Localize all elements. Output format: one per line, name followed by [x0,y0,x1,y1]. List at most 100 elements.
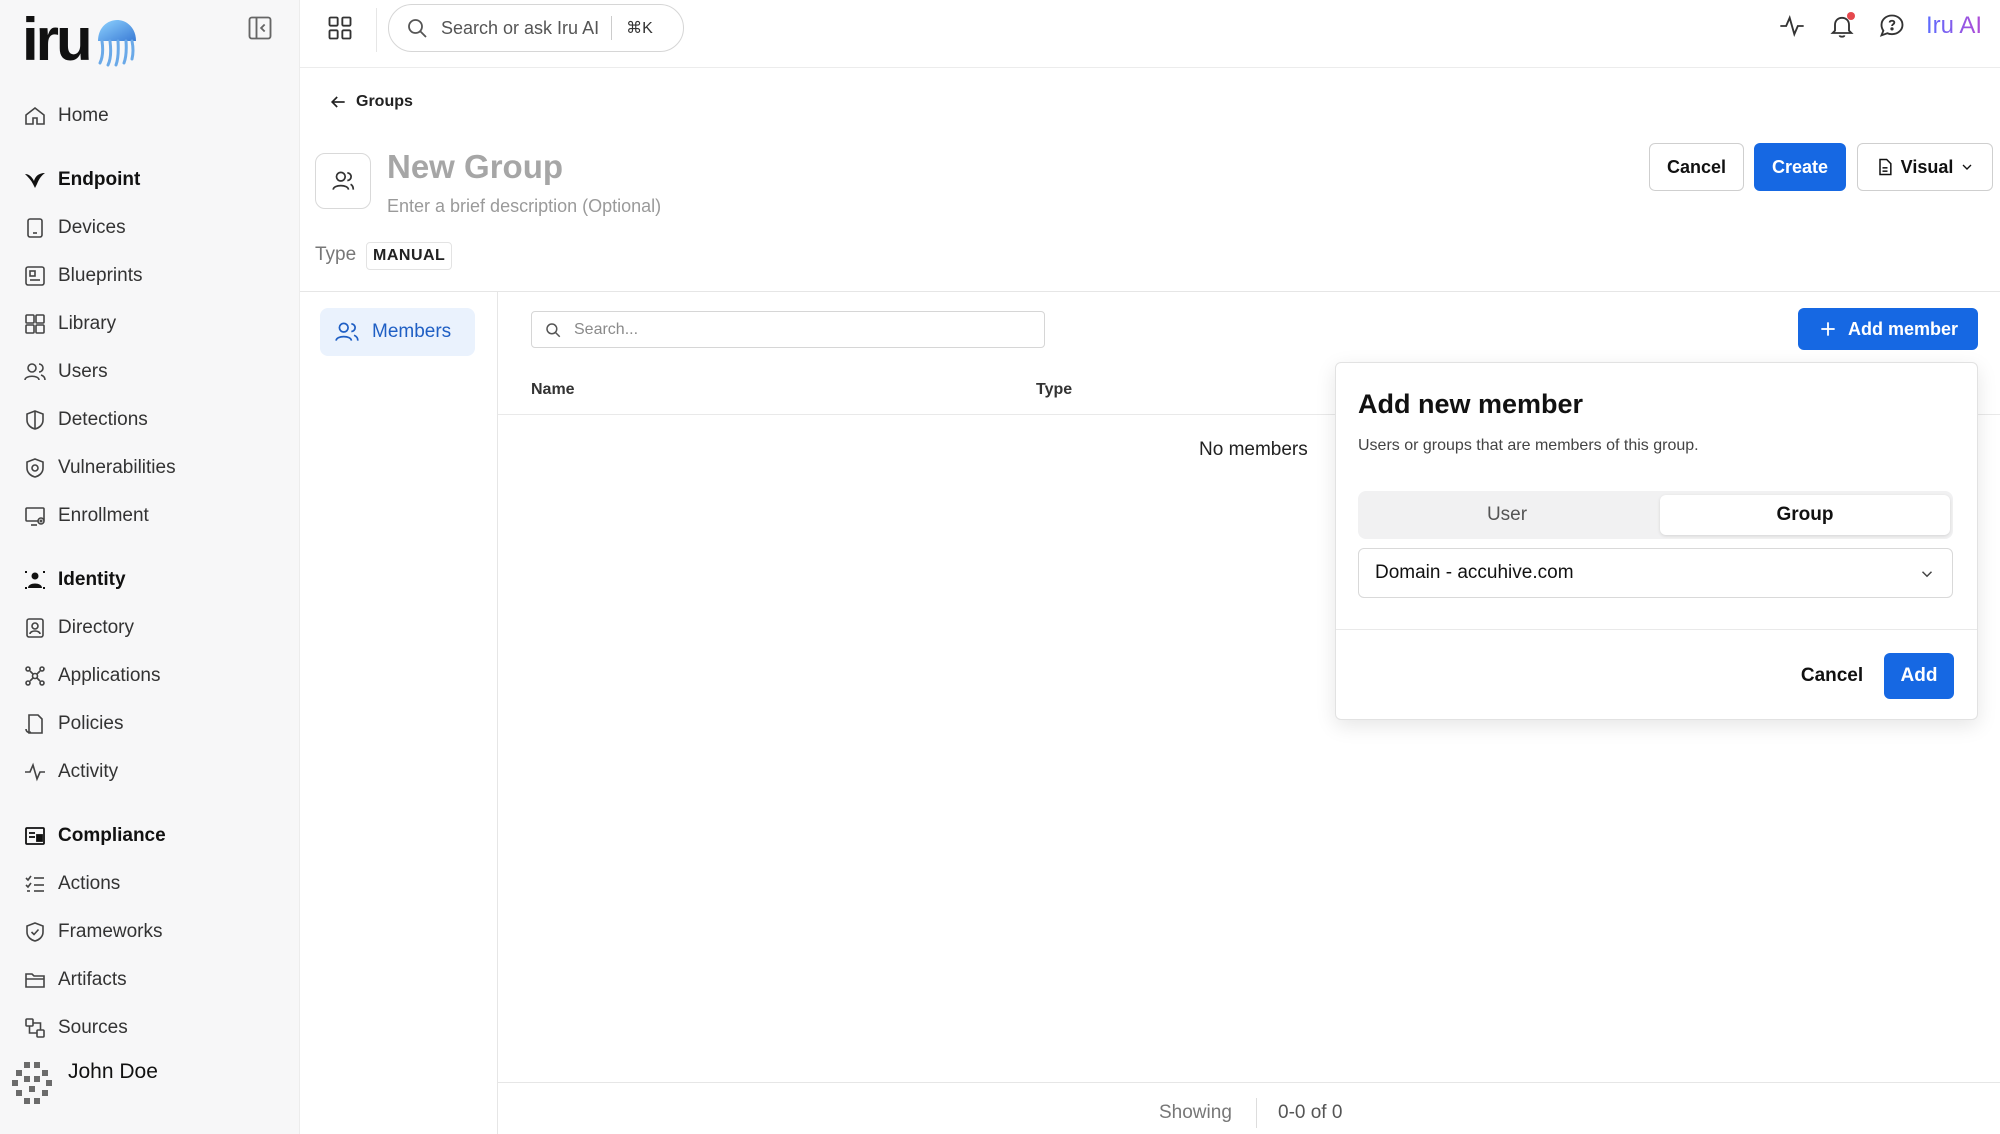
group-select-value: Domain - accuhive.com [1375,562,1574,583]
home-icon [22,103,48,129]
sidebar-item-directory[interactable]: Directory [0,604,300,652]
popover-add-button[interactable]: Add [1884,653,1954,699]
sidebar: iru Home Endpoint Devices Blueprints Lib… [0,0,300,1134]
tab-members[interactable]: Members [320,308,475,356]
sidebar-section-label: Compliance [58,825,166,846]
pagination-label: Showing [1159,1102,1232,1123]
popover-cancel-button[interactable]: Cancel [1792,653,1872,699]
members-search-input[interactable] [574,320,1014,339]
sources-icon [22,1015,48,1041]
sidebar-item-home[interactable]: Home [0,92,300,140]
sidebar-item-library[interactable]: Library [0,300,300,348]
group-select[interactable]: Domain - accuhive.com [1358,548,1953,598]
endpoint-bird-icon [22,167,48,193]
plus-icon [1818,319,1838,339]
tab-members-label: Members [372,321,452,342]
group-users-icon [330,168,356,194]
empty-state-text: No members [1199,439,1308,460]
footer-divider [498,1082,2000,1083]
sidebar-section-label: Identity [58,569,126,590]
popover-divider [1336,629,1977,630]
folder-icon [22,967,48,993]
type-label: Type [315,244,357,265]
sidebar-item-label: Enrollment [58,505,149,526]
logo[interactable]: iru [22,10,140,70]
monitor-plus-icon [22,503,48,529]
sidebar-item-label: Devices [58,217,126,238]
add-member-label: Add member [1847,318,1959,339]
sidebar-item-policies[interactable]: Policies [0,700,300,748]
user-avatar-icon [10,1060,54,1104]
members-search [531,311,1045,348]
pagination-range: 0-0 of 0 [1278,1102,1343,1123]
notification-badge [1846,12,1855,20]
global-search-input[interactable]: Search or ask Iru AI ⌘K [388,4,684,52]
sidebar-item-vulnerabilities[interactable]: Vulnerabilities [0,444,300,492]
policy-document-icon [22,711,48,737]
sidebar-item-label: Blueprints [58,265,143,286]
chevron-down-icon [1959,159,1975,175]
sidebar-item-devices[interactable]: Devices [0,204,300,252]
popover-title: Add new member [1358,389,1584,419]
column-header-name[interactable]: Name [531,381,575,399]
add-member-button[interactable]: Add member [1798,308,1978,350]
type-badge: MANUAL [366,242,453,270]
sidebar-item-label: Home [58,105,109,126]
back-to-groups-link[interactable]: Groups [328,92,413,112]
user-name: John Doe [68,1060,158,1083]
topbar: Search or ask Iru AI ⌘K Iru AI [300,0,2000,68]
sidebar-item-label: Detections [58,409,148,430]
sidebar-item-label: Library [58,313,117,334]
topbar-divider [376,8,377,52]
group-name-input[interactable]: New Group [387,148,563,186]
device-icon [22,215,48,241]
topbar-actions: Iru AI [1756,12,1982,40]
search-placeholder: Search or ask Iru AI [441,17,600,38]
segment-user[interactable]: User [1362,495,1652,535]
activity-pulse-icon[interactable] [1778,12,1806,40]
apps-grid-icon[interactable] [326,14,354,42]
collapse-sidebar-icon[interactable] [246,14,274,42]
sidebar-item-artifacts[interactable]: Artifacts [0,956,300,1004]
sidebar-item-detections[interactable]: Detections [0,396,300,444]
add-member-popover: Add new member Users or groups that are … [1335,362,1978,720]
cancel-button[interactable]: Cancel [1649,143,1744,191]
create-button[interactable]: Create [1754,143,1846,191]
directory-icon [22,615,48,641]
sidebar-item-label: Vulnerabilities [58,457,176,478]
sidebar-item-frameworks[interactable]: Frameworks [0,908,300,956]
user-menu[interactable]: John Doe [10,1060,158,1104]
left-panel-divider [497,291,498,1134]
popover-subtitle: Users or groups that are members of this… [1358,437,1699,454]
sidebar-item-label: Applications [58,665,161,686]
sidebar-item-applications[interactable]: Applications [0,652,300,700]
document-icon [1875,157,1895,177]
member-type-toggle: User Group [1358,491,1953,539]
library-grid-icon [22,311,48,337]
iru-ai-button[interactable]: Iru AI [1926,12,1982,40]
segment-group[interactable]: Group [1660,495,1950,535]
column-header-type[interactable]: Type [1036,381,1072,399]
sidebar-item-label: Policies [58,713,124,734]
sidebar-item-activity[interactable]: Activity [0,748,300,796]
sidebar-section-compliance: Compliance [0,812,300,860]
blueprint-icon [22,263,48,289]
group-description-input[interactable]: Enter a brief description (Optional) [387,196,661,217]
sidebar-item-label: Actions [58,873,121,894]
sidebar-item-label: Artifacts [58,969,127,990]
sidebar-section-endpoint: Endpoint [0,156,300,204]
chat-help-icon[interactable] [1878,12,1906,40]
arrow-left-icon [330,96,345,108]
search-icon [546,322,561,337]
visual-mode-dropdown[interactable]: Visual [1857,143,1993,191]
sidebar-section-label: Endpoint [58,169,141,190]
sidebar-item-label: Users [58,361,108,382]
members-icon [334,319,360,345]
sidebar-item-users[interactable]: Users [0,348,300,396]
jellyfish-logo-icon [94,17,140,67]
sidebar-item-blueprints[interactable]: Blueprints [0,252,300,300]
notification-bell-icon[interactable] [1828,12,1856,40]
sidebar-item-enrollment[interactable]: Enrollment [0,492,300,540]
sidebar-item-actions[interactable]: Actions [0,860,300,908]
sidebar-item-sources[interactable]: Sources [0,1004,300,1052]
